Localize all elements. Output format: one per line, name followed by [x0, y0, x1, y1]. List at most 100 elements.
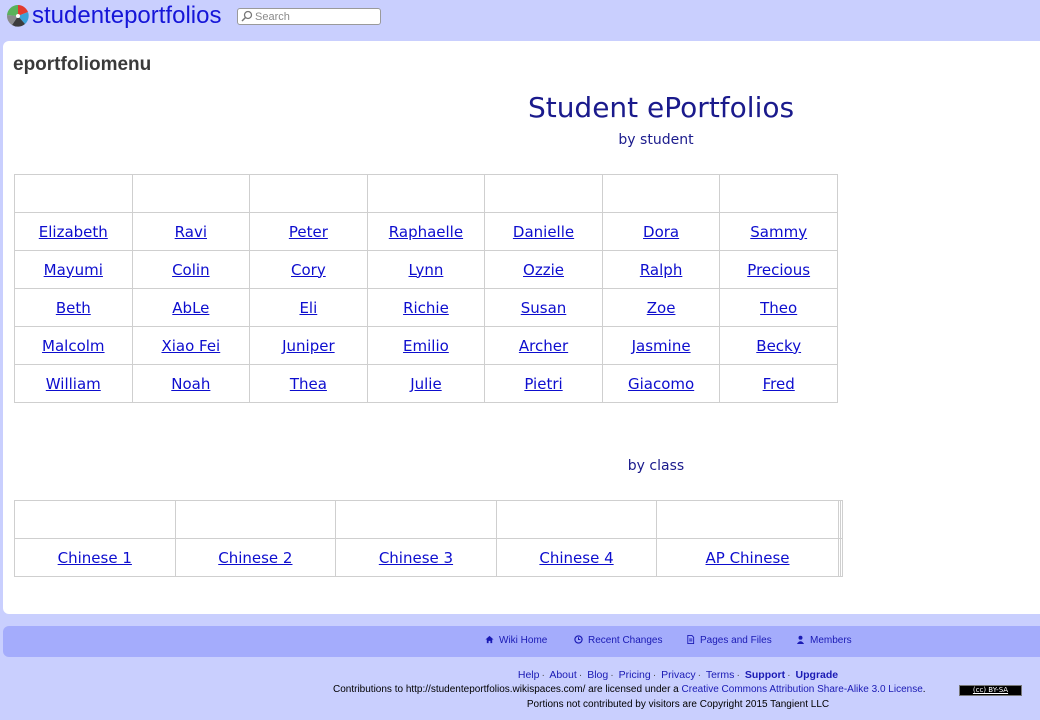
help-link[interactable]: Help — [518, 669, 540, 681]
table-cell: AbLe — [131, 288, 251, 327]
table-cell: Precious — [719, 250, 838, 289]
portfolio-link[interactable]: Danielle — [513, 223, 574, 241]
separator: · — [578, 669, 583, 681]
portfolio-link[interactable]: Zoe — [647, 299, 676, 317]
portfolio-link[interactable]: Julie — [410, 375, 442, 393]
portfolio-link[interactable]: Ozzie — [523, 261, 564, 279]
table-cell: William — [14, 364, 133, 403]
table-cell: Fred — [719, 364, 838, 403]
copyright-notice: Portions not contributed by visitors are… — [526, 699, 830, 710]
portfolio-link[interactable]: Ralph — [640, 261, 682, 279]
page-title: eportfoliomenu — [13, 54, 152, 75]
portfolio-link[interactable]: Peter — [289, 223, 328, 241]
table-cell: Julie — [366, 364, 486, 403]
clock-icon — [574, 635, 583, 644]
portfolio-link[interactable]: Ravi — [175, 223, 207, 241]
wiki-home-link[interactable]: Wiki Home — [485, 635, 547, 646]
pinwheel-logo-icon[interactable] — [6, 4, 30, 28]
portfolio-link[interactable]: AbLe — [172, 299, 209, 317]
table-cell — [495, 500, 658, 539]
portfolio-link[interactable]: Juniper — [282, 337, 335, 355]
footer-nav-bar: Wiki Home Recent Changes Pages and Files… — [3, 626, 1040, 657]
about-link[interactable]: About — [549, 669, 576, 681]
portfolio-link[interactable]: Chinese 4 — [539, 549, 613, 567]
table-cell: Eli — [249, 288, 368, 327]
portfolio-link[interactable]: Malcolm — [42, 337, 105, 355]
table-cell: Dora — [601, 212, 721, 251]
portfolio-link[interactable]: Richie — [403, 299, 449, 317]
portfolio-link[interactable]: AP Chinese — [706, 549, 790, 567]
portfolio-link[interactable]: Chinese 3 — [379, 549, 453, 567]
table-cell — [484, 174, 603, 213]
table-row: Elizabeth Ravi Peter Raphaelle Danielle Dora S… — [14, 212, 838, 251]
privacy-link[interactable]: Privacy — [661, 669, 695, 681]
cc-license-badge-icon[interactable]: (cc) BY-SA — [959, 685, 1022, 696]
portfolio-link[interactable]: Giacomo — [628, 375, 694, 393]
search-input[interactable] — [255, 9, 377, 24]
portfolio-link[interactable]: Xiao Fei — [161, 337, 220, 355]
members-link[interactable]: Members — [796, 635, 852, 646]
pages-and-files-label: Pages and Files — [700, 635, 772, 646]
license-suffix: . — [922, 684, 926, 695]
portfolio-link[interactable]: Pietri — [524, 375, 562, 393]
portfolio-link[interactable]: Beth — [56, 299, 91, 317]
portfolio-link[interactable]: Chinese 1 — [58, 549, 132, 567]
portfolio-link[interactable]: Noah — [171, 375, 210, 393]
terms-link[interactable]: Terms — [706, 669, 735, 681]
members-label: Members — [810, 635, 852, 646]
table-cell: Archer — [484, 326, 603, 365]
table-cell: Chinese 3 — [335, 538, 497, 577]
table-cell: Chinese 4 — [495, 538, 658, 577]
table-row: Beth AbLe Eli Richie Susan Zoe Theo — [14, 288, 838, 327]
portfolio-link[interactable]: Precious — [747, 261, 810, 279]
table-cell: Noah — [131, 364, 251, 403]
portfolio-link[interactable]: Becky — [756, 337, 801, 355]
table-cell — [174, 500, 337, 539]
support-link[interactable]: Support — [745, 669, 785, 681]
license-link[interactable]: Creative Commons Attribution Share-Alike… — [682, 684, 923, 695]
portfolio-link[interactable]: Jasmine — [632, 337, 691, 355]
portfolio-link[interactable]: Lynn — [409, 261, 444, 279]
content-panel: eportfoliomenu Student ePortfolios by st… — [3, 41, 1040, 614]
pricing-link[interactable]: Pricing — [619, 669, 651, 681]
table-cell — [131, 174, 251, 213]
portfolio-link[interactable]: Fred — [763, 375, 795, 393]
recent-changes-link[interactable]: Recent Changes — [574, 635, 663, 646]
portfolio-link[interactable]: Eli — [299, 299, 317, 317]
portfolio-link[interactable]: William — [46, 375, 101, 393]
portfolio-link[interactable]: Emilio — [403, 337, 449, 355]
portfolio-link[interactable]: Chinese 2 — [218, 549, 292, 567]
person-icon — [796, 635, 805, 644]
portfolio-link[interactable]: Thea — [290, 375, 327, 393]
pages-and-files-link[interactable]: Pages and Files — [686, 635, 772, 646]
table-cell: Beth — [14, 288, 133, 327]
portfolio-link[interactable]: Raphaelle — [389, 223, 463, 241]
site-name-link[interactable]: studenteportfolios — [32, 2, 221, 30]
search-box[interactable] — [237, 8, 381, 25]
portfolio-link[interactable]: Susan — [521, 299, 567, 317]
portfolio-link[interactable]: Theo — [760, 299, 797, 317]
search-icon — [241, 10, 253, 22]
table-cell — [601, 174, 721, 213]
table-cell: Jasmine — [601, 326, 721, 365]
portfolio-link[interactable]: Cory — [291, 261, 326, 279]
license-notice: Contributions to http://studenteportfoli… — [333, 684, 926, 695]
table-cell — [249, 174, 368, 213]
table-cell: Richie — [366, 288, 486, 327]
blog-link[interactable]: Blog — [587, 669, 608, 681]
separator: · — [697, 669, 702, 681]
portfolio-link[interactable]: Mayumi — [44, 261, 103, 279]
table-cell: Raphaelle — [366, 212, 486, 251]
upgrade-link[interactable]: Upgrade — [796, 669, 839, 681]
separator: · — [787, 669, 791, 681]
table-cell — [366, 174, 486, 213]
portfolio-link[interactable]: Sammy — [750, 223, 807, 241]
portfolio-link[interactable]: Archer — [519, 337, 568, 355]
portfolio-link[interactable]: Dora — [643, 223, 679, 241]
portfolio-link[interactable]: Elizabeth — [39, 223, 108, 241]
portfolio-link[interactable]: Colin — [172, 261, 210, 279]
table-cell — [719, 174, 838, 213]
table-row — [14, 500, 844, 539]
table-cell: Thea — [249, 364, 368, 403]
table-cell: Chinese 2 — [174, 538, 337, 577]
